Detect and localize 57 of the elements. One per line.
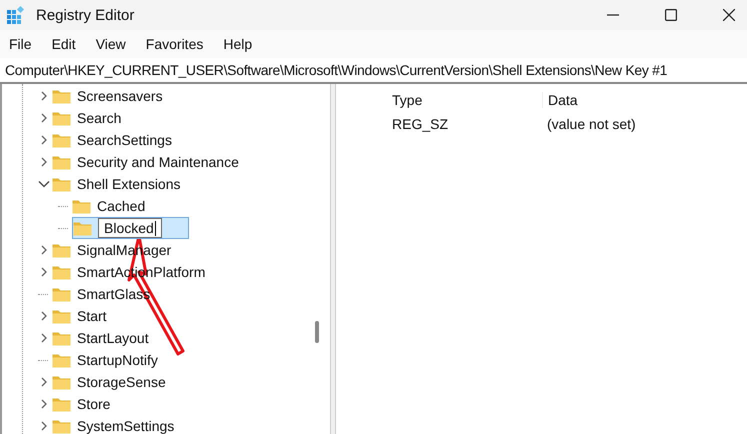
tree-item[interactable]: Shell Extensions bbox=[77, 176, 181, 192]
tree-item-highlight[interactable]: Blocked bbox=[72, 217, 189, 239]
tree-item-highlight[interactable]: Start bbox=[52, 306, 109, 326]
folder-icon bbox=[52, 308, 71, 324]
folder-icon bbox=[52, 176, 71, 192]
folder-icon bbox=[73, 220, 92, 236]
column-header[interactable]: Type bbox=[392, 92, 543, 108]
tree-item[interactable]: Security and Maintenance bbox=[77, 154, 239, 170]
folder-icon bbox=[72, 198, 91, 214]
tree-item-highlight[interactable]: SystemSettings bbox=[52, 416, 176, 434]
tree-item-highlight[interactable]: Screensavers bbox=[52, 86, 165, 106]
folder-icon bbox=[52, 330, 71, 346]
column-header[interactable]: Data bbox=[548, 92, 578, 108]
folder-icon bbox=[52, 132, 71, 148]
tree-item[interactable]: StartupNotify bbox=[77, 352, 158, 368]
folder-icon bbox=[52, 88, 71, 104]
tree-item[interactable]: Search bbox=[77, 110, 122, 126]
folder-icon bbox=[52, 264, 71, 280]
tree-item-highlight[interactable]: Security and Maintenance bbox=[52, 152, 241, 172]
menu-item[interactable]: View bbox=[96, 36, 126, 52]
folder-icon bbox=[52, 418, 71, 434]
folder-icon bbox=[52, 352, 71, 368]
tree-item[interactable]: StorageSense bbox=[77, 374, 166, 390]
folder-icon bbox=[52, 154, 71, 170]
scrollbar-thumb[interactable] bbox=[315, 321, 319, 343]
tree-item[interactable]: StartLayout bbox=[77, 330, 149, 346]
tree-item[interactable]: SystemSettings bbox=[77, 418, 174, 434]
folder-icon bbox=[52, 374, 71, 390]
tree-item-highlight[interactable]: Cached bbox=[72, 196, 148, 216]
folder-icon bbox=[52, 110, 71, 126]
menu-item[interactable]: File bbox=[9, 36, 32, 52]
table-cell-text: REG_SZ bbox=[392, 116, 450, 132]
tree-item-highlight[interactable]: SearchSettings bbox=[52, 130, 174, 150]
tree-item-highlight[interactable]: StartupNotify bbox=[52, 350, 160, 370]
window-title: Registry Editor bbox=[36, 6, 134, 24]
folder-icon bbox=[52, 242, 71, 258]
folder-icon bbox=[52, 286, 71, 302]
folder-icon bbox=[52, 396, 71, 412]
tree-item-highlight[interactable]: StorageSense bbox=[52, 372, 168, 392]
rename-field[interactable]: Blocked bbox=[98, 218, 162, 238]
menu-item[interactable]: Help bbox=[223, 36, 252, 52]
tree-item[interactable]: Screensavers bbox=[77, 88, 163, 104]
tree-item-highlight[interactable]: StartLayout bbox=[52, 328, 151, 348]
tree-item[interactable]: Cached bbox=[97, 198, 146, 214]
close-icon[interactable] bbox=[723, 9, 735, 21]
registry-icon bbox=[6, 5, 26, 25]
maximize-icon[interactable] bbox=[665, 9, 677, 21]
tree-item[interactable]: Store bbox=[77, 396, 110, 412]
menu-item[interactable]: Favorites bbox=[146, 36, 204, 52]
tree-item[interactable]: SearchSettings bbox=[77, 132, 172, 148]
table-cell: (value not set) bbox=[547, 116, 636, 132]
tree-item-highlight[interactable]: Shell Extensions bbox=[52, 174, 183, 194]
tree-item-highlight[interactable]: Search bbox=[52, 108, 124, 128]
menu-item[interactable]: Edit bbox=[52, 36, 76, 52]
tree-item-highlight[interactable]: Store bbox=[52, 394, 112, 414]
tree-item[interactable]: Start bbox=[77, 308, 107, 324]
chevron-down-icon[interactable] bbox=[38, 180, 50, 188]
